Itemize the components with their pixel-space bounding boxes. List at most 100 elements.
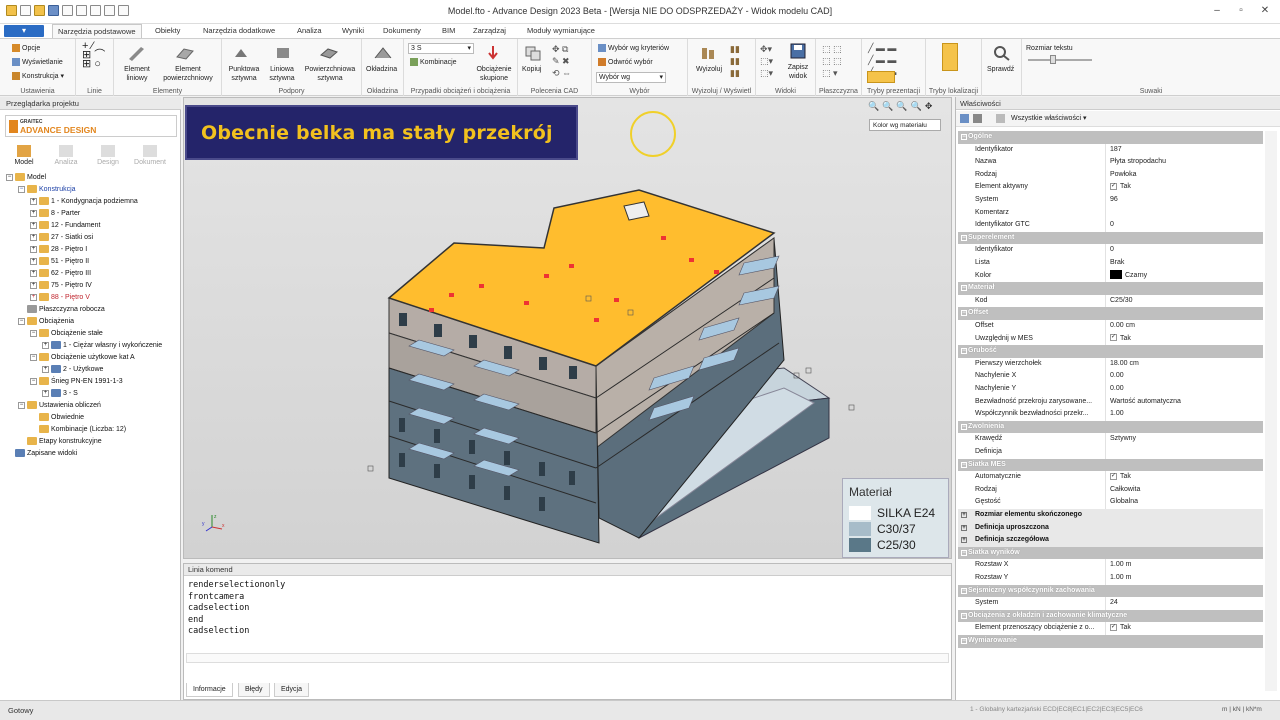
tab-8[interactable]: Moduły wymiarujące — [522, 24, 600, 38]
tree-node[interactable]: +88 - Piętro V — [30, 292, 90, 304]
property-row[interactable]: Gęstość Globalna — [958, 496, 1263, 509]
property-subgroup[interactable]: + Definicja uproszczona — [958, 521, 1263, 535]
property-category[interactable]: − Superelement — [958, 231, 1263, 245]
save-props-icon[interactable] — [960, 114, 969, 123]
tab-1[interactable]: Obiekty — [150, 24, 185, 38]
property-value-cell[interactable]: Sztywny — [1108, 433, 1263, 446]
mode-dokument[interactable]: Dokument — [130, 145, 170, 166]
maximize-icon[interactable]: ▫ — [1233, 4, 1249, 18]
expander-icon[interactable]: − — [18, 317, 25, 325]
file-menu-button[interactable]: ▾ — [4, 25, 44, 37]
property-row[interactable]: Krawędź Sztywny — [958, 433, 1263, 446]
cad-tools[interactable]: ✥ ⧉ ✎ ✖ ⟲ ⇔ — [552, 43, 571, 79]
property-value-cell[interactable]: Płyta stropodachu — [1108, 156, 1263, 169]
tab-3[interactable]: Analiza — [292, 24, 327, 38]
tab-4[interactable]: Wyniki — [337, 24, 369, 38]
property-value-cell[interactable]: 0.00 — [1108, 370, 1263, 383]
property-value-cell[interactable] — [1108, 207, 1263, 220]
tree-node[interactable]: − Ustawienia obliczeń — [18, 400, 101, 412]
tree-node[interactable]: − Konstrukcja — [18, 184, 76, 196]
property-value-cell[interactable]: ✓ Tak — [1108, 333, 1263, 346]
tab-6[interactable]: BIM — [437, 24, 460, 38]
expander-icon[interactable]: + — [30, 281, 37, 289]
tree-node[interactable]: +51 - Piętro II — [30, 256, 89, 268]
checkbox[interactable]: ✓ — [1110, 183, 1117, 191]
view-tools[interactable]: ✥▾ ⬚▾ ⬚▾ — [760, 43, 773, 79]
property-category[interactable]: − Wymiarowanie — [958, 635, 1263, 648]
property-row[interactable]: Uwzględnij w MES ✓ Tak — [958, 332, 1263, 346]
okladzina-button[interactable]: Okładzina — [366, 65, 397, 74]
text-size-slider-track[interactable] — [1028, 59, 1092, 61]
property-row[interactable]: Identyfikator 0 — [958, 244, 1263, 257]
property-row[interactable]: Element aktywny ✓ Tak — [958, 181, 1263, 194]
konstrukcja-button[interactable]: Konstrukcja ▾ — [12, 72, 64, 81]
property-value-cell[interactable]: Czarny — [1108, 270, 1263, 283]
model-viewport[interactable]: Obecnie belka ma stały przekrój 🔍🔍🔍🔍✥ Ko… — [183, 97, 952, 559]
property-row[interactable]: Element przenoszący obciążenie z o... ✓ Ta… — [958, 622, 1263, 635]
minimize-icon[interactable]: – — [1209, 4, 1225, 18]
expander-icon[interactable]: − — [30, 353, 37, 361]
property-category[interactable]: − Sejsmiczny współczynnik zachowania — [958, 584, 1263, 598]
tree-node[interactable]: +75 - Piętro IV — [30, 280, 92, 292]
tree-node[interactable]: +62 - Piętro III — [30, 268, 91, 280]
property-value-cell[interactable]: 1.00 m — [1108, 572, 1263, 585]
property-category[interactable]: − Obciążenia z okładzin i zachowanie klim… — [958, 609, 1263, 623]
liniowa-sztywna-button[interactable]: Liniowa sztywna — [266, 65, 298, 83]
sprawdz-button[interactable]: Sprawdź — [987, 65, 1014, 74]
tree-node[interactable]: − Obciążenia — [18, 316, 74, 328]
property-value-cell[interactable]: Wartość automatyczna — [1108, 396, 1263, 409]
command-input[interactable] — [186, 653, 949, 663]
tree-node[interactable]: +27 - Siatki osi — [30, 232, 93, 244]
tab-2[interactable]: Narzędzia dodatkowe — [198, 24, 280, 38]
tree-node[interactable]: +12 - Fundament — [30, 220, 100, 232]
property-value-cell[interactable]: 18.00 cm — [1108, 358, 1263, 371]
property-value-cell[interactable] — [1108, 446, 1263, 459]
tree-node[interactable]: − Obciążenie użytkowe kat A — [30, 352, 135, 364]
checkbox[interactable]: ✓ — [1110, 472, 1117, 480]
tree-node[interactable]: +8 - Parter — [30, 208, 80, 220]
element-liniowy-button[interactable]: Element liniowy — [120, 65, 154, 83]
odwroc-wybor-button[interactable]: Odwróć wybór — [598, 58, 653, 67]
expander-icon[interactable]: + — [30, 245, 37, 253]
expander-icon[interactable]: + — [30, 293, 37, 301]
property-row[interactable]: Komentarz — [958, 206, 1263, 220]
property-value-cell[interactable]: 0.00 — [1108, 383, 1263, 396]
property-category[interactable]: − Zwolnienia — [958, 420, 1263, 434]
mode-model[interactable]: Model — [4, 145, 44, 166]
tree-node[interactable]: − Model — [6, 172, 46, 184]
properties-scrollbar[interactable] — [1265, 131, 1277, 691]
property-row[interactable]: Rodzaj Powłoka — [958, 168, 1263, 182]
property-row[interactable]: Lista Brak — [958, 257, 1263, 270]
tree-node[interactable]: Kombinacje (Liczba: 12) — [30, 424, 126, 436]
property-category[interactable]: − Ogólne — [958, 131, 1263, 144]
property-value-cell[interactable]: 0 — [1108, 219, 1263, 232]
expander-icon[interactable]: − — [30, 377, 37, 385]
property-value-cell[interactable]: 1.00 m — [1108, 559, 1263, 572]
tab-0[interactable]: Narzędzia podstawowe — [52, 24, 142, 38]
property-category[interactable]: − Materiał — [958, 282, 1263, 295]
filter-icon[interactable] — [996, 114, 1005, 123]
property-value-cell[interactable]: 187 — [1108, 144, 1263, 157]
property-value-cell[interactable]: C25/30 — [1108, 295, 1263, 308]
kopiuj-button[interactable]: Kopiuj — [522, 65, 541, 74]
obciazenie-skupione-button[interactable]: Obciążenie skupione — [474, 65, 514, 83]
tree-node[interactable]: +1 - Ciężar własny i wykończenie — [42, 340, 162, 352]
powierzchniowa-sztywna-button[interactable]: Powierzchniowa sztywna — [300, 65, 360, 83]
tree-node[interactable]: − Obciążenie stałe — [30, 328, 103, 340]
wyswietl-tools[interactable]: ▮▮ ▮▮ ▮▮ — [730, 43, 740, 79]
property-row[interactable]: Automatycznie ✓ Tak — [958, 471, 1263, 484]
close-icon[interactable]: ✕ — [1257, 4, 1273, 18]
property-row[interactable]: Rozstaw Y 1.00 m — [958, 572, 1263, 585]
tab-7[interactable]: Zarządzaj — [468, 24, 511, 38]
property-value-cell[interactable]: ✓ Tak — [1108, 471, 1263, 484]
plaszczyzna-tools[interactable]: ⬚ ⬚ ⬚ ⬚ ⬚ ▾ — [822, 43, 842, 79]
load-case-select[interactable]: 3 S ▾ — [408, 43, 474, 54]
property-value-cell[interactable]: Powłoka — [1108, 169, 1263, 182]
expander-icon[interactable]: + — [30, 197, 37, 205]
tree-node[interactable]: +1 - Kondygnacja podziemna — [30, 196, 138, 208]
property-row[interactable]: Kod C25/30 — [958, 294, 1263, 308]
tree-node[interactable]: +28 - Piętro I — [30, 244, 87, 256]
text-size-slider-thumb[interactable] — [1050, 55, 1056, 64]
expander-icon[interactable]: − — [6, 173, 13, 181]
tab-bledy[interactable]: Błędy — [238, 683, 270, 697]
